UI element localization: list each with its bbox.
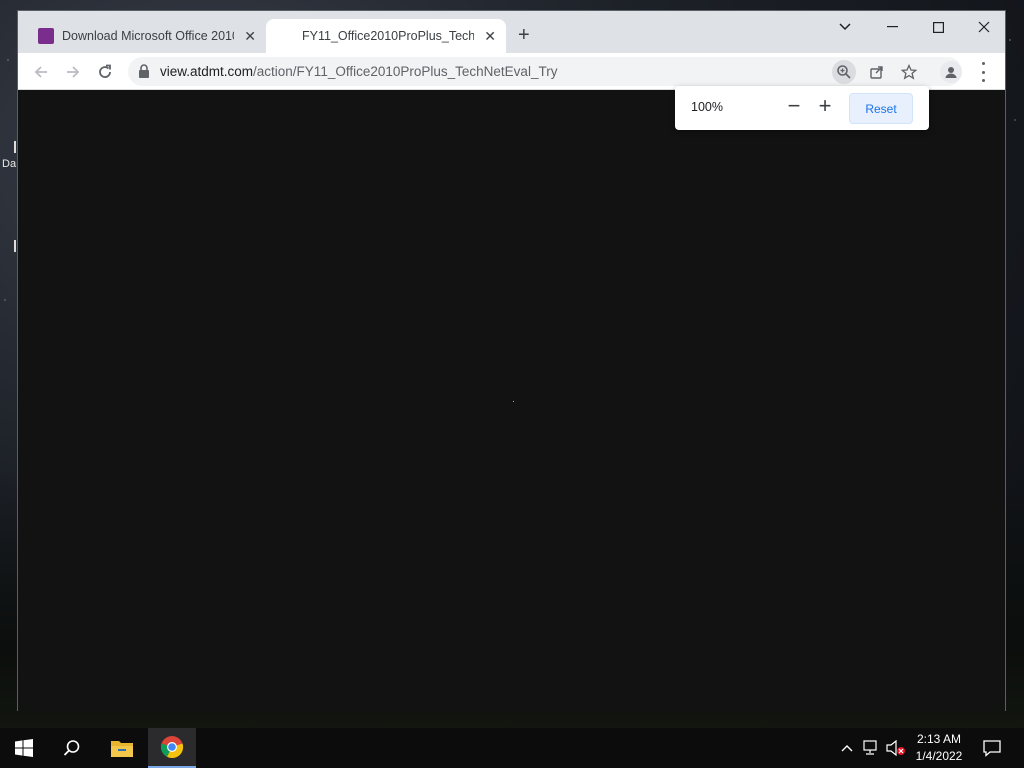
tab-search-chevron-icon[interactable]	[822, 11, 868, 43]
new-tab-button[interactable]: +	[518, 25, 530, 45]
minimize-button[interactable]	[869, 11, 915, 43]
profile-icon[interactable]	[940, 61, 962, 83]
url-text[interactable]: view.atdmt.com/action/FY11_Office2010Pro…	[160, 64, 557, 79]
share-icon[interactable]	[865, 60, 889, 84]
network-icon[interactable]	[860, 728, 882, 768]
forward-arrow-icon[interactable]	[62, 61, 84, 83]
tray-overflow-chevron-icon[interactable]	[838, 728, 856, 768]
file-explorer-icon[interactable]	[98, 728, 146, 768]
close-window-button[interactable]	[961, 11, 1007, 43]
office-favicon-icon	[38, 28, 54, 44]
content-pixel	[513, 401, 514, 402]
zoom-in-button[interactable]: +	[814, 95, 836, 119]
tab-office-download[interactable]: Download Microsoft Office 2010 ✕	[26, 19, 266, 53]
clock-date: 1/4/2022	[915, 749, 963, 763]
volume-muted-icon[interactable]	[884, 728, 908, 768]
tab-title: FY11_Office2010ProPlus_TechNet	[302, 29, 474, 43]
lock-icon[interactable]	[138, 64, 150, 78]
browser-toolbar: view.atdmt.com/action/FY11_Office2010Pro…	[18, 53, 1005, 90]
url-domain: view.atdmt.com	[160, 64, 254, 79]
zoom-popup: 100% − + Reset	[675, 86, 929, 130]
desktop-icon-label[interactable]: Da	[2, 158, 16, 170]
url-path: /action/FY11_Office2010ProPlus_TechNetEv…	[253, 64, 558, 79]
notification-icon[interactable]	[980, 728, 1004, 768]
zoom-level: 100%	[691, 100, 723, 114]
zoom-reset-button[interactable]: Reset	[849, 93, 913, 124]
search-icon[interactable]	[48, 728, 96, 768]
maximize-button[interactable]	[915, 11, 961, 43]
zoom-icon[interactable]	[832, 60, 856, 84]
reload-icon[interactable]	[94, 61, 116, 83]
page-content	[18, 91, 1005, 711]
zoom-out-button[interactable]: −	[783, 95, 805, 119]
back-arrow-icon[interactable]	[30, 61, 52, 83]
tab-close-icon[interactable]: ✕	[484, 28, 496, 45]
star-icon[interactable]	[897, 60, 921, 84]
address-bar[interactable]: view.atdmt.com/action/FY11_Office2010Pro…	[128, 57, 962, 86]
tab-close-icon[interactable]: ✕	[244, 28, 256, 45]
tab-strip: Download Microsoft Office 2010 ✕ FY11_Of…	[18, 11, 1005, 53]
menu-icon[interactable]	[978, 62, 988, 82]
desktop-icon-fragment[interactable]	[14, 141, 16, 153]
system-clock[interactable]: 2:13 AM 1/4/2022	[908, 731, 970, 765]
tab-fy11-office[interactable]: FY11_Office2010ProPlus_TechNet ✕	[266, 19, 506, 53]
chrome-icon[interactable]	[148, 728, 196, 768]
tab-title: Download Microsoft Office 2010	[62, 29, 234, 43]
windows-start-icon[interactable]	[0, 728, 48, 768]
taskbar: 2:13 AM 1/4/2022	[0, 728, 1024, 768]
desktop-icon-fragment[interactable]	[14, 240, 16, 252]
clock-time: 2:13 AM	[916, 732, 962, 746]
